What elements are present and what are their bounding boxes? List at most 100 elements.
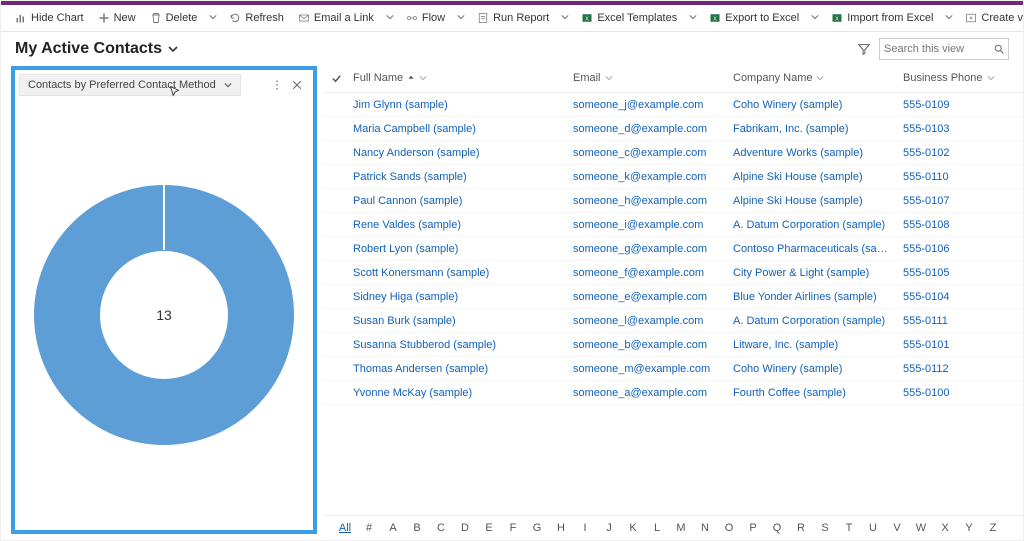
cell-fullname[interactable]: Rene Valdes (sample) [349, 217, 569, 233]
alpha-filter[interactable]: # [357, 522, 381, 534]
cell-fullname[interactable]: Scott Konersmann (sample) [349, 265, 569, 281]
import-excel-split-chevron[interactable] [941, 9, 957, 27]
alpha-filter[interactable]: V [885, 522, 909, 534]
refresh-button[interactable]: Refresh [223, 9, 290, 27]
alpha-filter[interactable]: K [621, 522, 645, 534]
cell-company[interactable]: Coho Winery (sample) [729, 97, 899, 113]
cell-phone[interactable]: 555-0100 [899, 385, 1009, 401]
alpha-filter[interactable]: I [573, 522, 597, 534]
alpha-filter[interactable]: J [597, 522, 621, 534]
alpha-filter[interactable]: B [405, 522, 429, 534]
delete-button[interactable]: Delete [144, 9, 204, 27]
table-row[interactable]: Nancy Anderson (sample)someone_c@example… [323, 141, 1023, 165]
cell-phone[interactable]: 555-0105 [899, 265, 1009, 281]
cell-phone[interactable]: 555-0109 [899, 97, 1009, 113]
cell-email[interactable]: someone_d@example.com [569, 121, 729, 137]
cell-company[interactable]: A. Datum Corporation (sample) [729, 217, 899, 233]
cell-phone[interactable]: 555-0110 [899, 169, 1009, 185]
create-view-button[interactable]: Create view [959, 9, 1024, 27]
alpha-filter[interactable]: T [837, 522, 861, 534]
alpha-filter[interactable]: X [933, 522, 957, 534]
table-row[interactable]: Maria Campbell (sample)someone_d@example… [323, 117, 1023, 141]
cell-fullname[interactable]: Nancy Anderson (sample) [349, 145, 569, 161]
cell-fullname[interactable]: Sidney Higa (sample) [349, 289, 569, 305]
alpha-filter[interactable]: D [453, 522, 477, 534]
chart-selector-dropdown[interactable]: Contacts by Preferred Contact Method [19, 74, 241, 96]
col-header-email[interactable]: Email [569, 68, 729, 88]
alpha-filter[interactable]: S [813, 522, 837, 534]
cell-fullname[interactable]: Paul Cannon (sample) [349, 193, 569, 209]
search-input[interactable] [879, 38, 1009, 60]
cell-email[interactable]: someone_a@example.com [569, 385, 729, 401]
email-link-split-chevron[interactable] [382, 9, 398, 27]
alpha-filter[interactable]: A [381, 522, 405, 534]
alpha-filter[interactable]: U [861, 522, 885, 534]
cell-company[interactable]: A. Datum Corporation (sample) [729, 313, 899, 329]
excel-templates-split-chevron[interactable] [685, 9, 701, 27]
cell-company[interactable]: Alpine Ski House (sample) [729, 193, 899, 209]
cell-fullname[interactable]: Susan Burk (sample) [349, 313, 569, 329]
filter-button[interactable] [857, 42, 871, 56]
alpha-filter[interactable]: N [693, 522, 717, 534]
alpha-filter[interactable]: Z [981, 522, 1005, 534]
export-excel-split-chevron[interactable] [807, 9, 823, 27]
cell-phone[interactable]: 555-0102 [899, 145, 1009, 161]
cell-email[interactable]: someone_i@example.com [569, 217, 729, 233]
cell-phone[interactable]: 555-0103 [899, 121, 1009, 137]
table-row[interactable]: Scott Konersmann (sample)someone_f@examp… [323, 261, 1023, 285]
chart-more-button[interactable] [267, 75, 287, 95]
table-row[interactable]: Thomas Andersen (sample)someone_m@exampl… [323, 357, 1023, 381]
cell-company[interactable]: Alpine Ski House (sample) [729, 169, 899, 185]
alpha-filter[interactable]: H [549, 522, 573, 534]
cell-phone[interactable]: 555-0104 [899, 289, 1009, 305]
new-button[interactable]: New [92, 9, 142, 27]
table-row[interactable]: Paul Cannon (sample)someone_h@example.co… [323, 189, 1023, 213]
cell-company[interactable]: Contoso Pharmaceuticals (sample) [729, 241, 899, 257]
alpha-filter[interactable]: O [717, 522, 741, 534]
col-header-fullname[interactable]: Full Name [349, 68, 569, 88]
cell-email[interactable]: someone_l@example.com [569, 313, 729, 329]
alpha-filter[interactable]: M [669, 522, 693, 534]
alpha-filter[interactable]: P [741, 522, 765, 534]
hide-chart-button[interactable]: Hide Chart [9, 9, 90, 27]
alpha-filter[interactable]: All [333, 522, 357, 534]
table-row[interactable]: Patrick Sands (sample)someone_k@example.… [323, 165, 1023, 189]
alpha-filter[interactable]: E [477, 522, 501, 534]
table-row[interactable]: Sidney Higa (sample)someone_e@example.co… [323, 285, 1023, 309]
alpha-filter[interactable]: R [789, 522, 813, 534]
alpha-filter[interactable]: L [645, 522, 669, 534]
alpha-filter[interactable]: Y [957, 522, 981, 534]
cell-company[interactable]: Adventure Works (sample) [729, 145, 899, 161]
cell-email[interactable]: someone_g@example.com [569, 241, 729, 257]
cell-fullname[interactable]: Thomas Andersen (sample) [349, 361, 569, 377]
table-row[interactable]: Jim Glynn (sample)someone_j@example.comC… [323, 93, 1023, 117]
alpha-filter[interactable]: F [501, 522, 525, 534]
cell-email[interactable]: someone_f@example.com [569, 265, 729, 281]
col-header-company[interactable]: Company Name [729, 68, 899, 88]
cell-fullname[interactable]: Jim Glynn (sample) [349, 97, 569, 113]
run-report-button[interactable]: Run Report [471, 9, 555, 27]
alpha-filter[interactable]: W [909, 522, 933, 534]
table-row[interactable]: Susanna Stubberod (sample)someone_b@exam… [323, 333, 1023, 357]
cell-email[interactable]: someone_c@example.com [569, 145, 729, 161]
cell-email[interactable]: someone_h@example.com [569, 193, 729, 209]
cell-phone[interactable]: 555-0112 [899, 361, 1009, 377]
view-selector[interactable]: My Active Contacts [15, 40, 178, 58]
col-header-phone[interactable]: Business Phone [899, 68, 1009, 88]
cell-company[interactable]: Fabrikam, Inc. (sample) [729, 121, 899, 137]
excel-templates-button[interactable]: X Excel Templates [575, 9, 683, 27]
cell-fullname[interactable]: Yvonne McKay (sample) [349, 385, 569, 401]
run-report-split-chevron[interactable] [557, 9, 573, 27]
table-row[interactable]: Yvonne McKay (sample)someone_a@example.c… [323, 381, 1023, 405]
export-excel-button[interactable]: X Export to Excel [703, 9, 805, 27]
cell-company[interactable]: Coho Winery (sample) [729, 361, 899, 377]
alpha-filter[interactable]: C [429, 522, 453, 534]
cell-company[interactable]: Fourth Coffee (sample) [729, 385, 899, 401]
cell-phone[interactable]: 555-0106 [899, 241, 1009, 257]
cell-fullname[interactable]: Patrick Sands (sample) [349, 169, 569, 185]
cell-email[interactable]: someone_j@example.com [569, 97, 729, 113]
flow-button[interactable]: Flow [400, 9, 451, 27]
cell-email[interactable]: someone_e@example.com [569, 289, 729, 305]
table-row[interactable]: Susan Burk (sample)someone_l@example.com… [323, 309, 1023, 333]
cell-email[interactable]: someone_m@example.com [569, 361, 729, 377]
